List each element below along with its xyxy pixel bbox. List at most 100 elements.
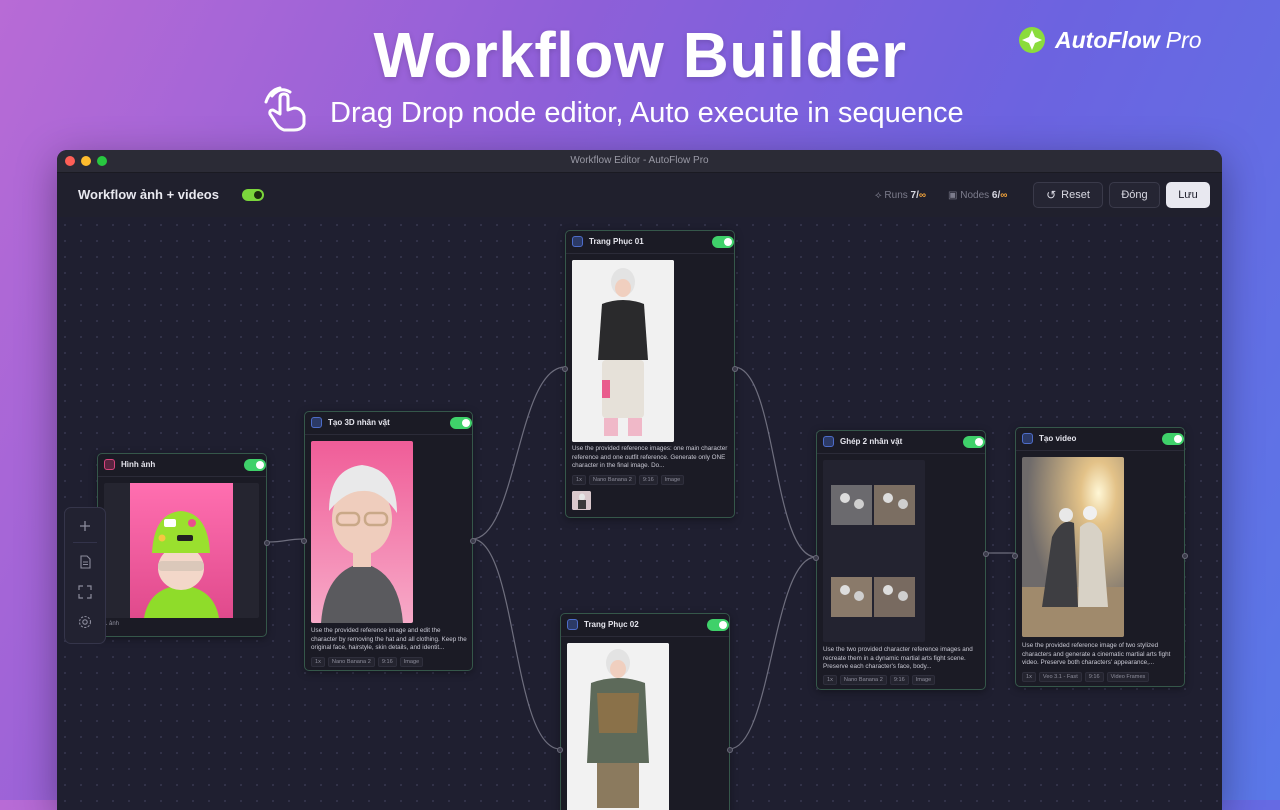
tag-model: Nano Banana 2 xyxy=(839,675,887,685)
node-enabled-toggle[interactable] xyxy=(244,459,266,471)
node-prompt: Use the two provided character reference… xyxy=(823,646,973,671)
fit-view-icon[interactable] xyxy=(77,584,93,600)
input-port[interactable] xyxy=(1012,553,1018,559)
tag-ratio: 9:16 xyxy=(889,675,909,685)
node-outfit-02[interactable]: Trang Phục 02 xyxy=(557,613,733,810)
wire-3d-to-outfit2 xyxy=(471,538,561,750)
input-port[interactable] xyxy=(301,538,307,544)
close-label: Đóng xyxy=(1121,189,1148,201)
ai-model-icon xyxy=(1022,433,1033,444)
brand-name: AutoFlow xyxy=(1055,26,1160,53)
touch-gesture-icon xyxy=(264,86,306,132)
output-port[interactable] xyxy=(264,540,270,546)
node-image-input[interactable]: Hình ảnh 1 ảnh xyxy=(97,453,270,637)
wire-3d-to-outfit1 xyxy=(471,366,566,540)
outfit-01-thumbnail[interactable] xyxy=(572,260,674,442)
nodes-icon: ▣ xyxy=(948,190,958,201)
node-prompt: Use the provided reference images: one m… xyxy=(572,445,728,470)
runs-value: 7/ xyxy=(910,190,919,201)
window-title: Workflow Editor - AutoFlow Pro xyxy=(570,155,709,166)
brand: AutoFlow Pro xyxy=(1018,26,1202,54)
plus-icon[interactable] xyxy=(77,518,93,534)
tag-ratio: 9:16 xyxy=(377,657,397,667)
node-merge-characters[interactable]: Ghép 2 nhân vật Use the two provided cha… xyxy=(813,430,989,690)
tag-count: 1x xyxy=(823,675,837,685)
output-port[interactable] xyxy=(1182,553,1188,559)
video-frame-image xyxy=(1022,457,1124,637)
node-enabled-toggle[interactable] xyxy=(707,619,729,631)
node-tags: 1x Nano Banana 2 9:16 Image xyxy=(311,657,424,667)
node-prompt: Use the provided reference image and edi… xyxy=(311,627,467,652)
nodes-label: Nodes xyxy=(960,190,990,201)
ai-model-icon xyxy=(572,236,583,247)
node-title: Trang Phục 02 xyxy=(584,620,639,629)
node-header: Trang Phục 01 xyxy=(566,231,734,254)
editor-toolbar: Workflow ảnh + videos ⟡ Runs 7/∞ ▣ Nodes… xyxy=(57,173,1222,218)
runs-icon: ⟡ xyxy=(875,190,882,201)
image-icon xyxy=(104,459,115,470)
node-header: Tạo 3D nhân vật xyxy=(305,412,472,435)
video-thumbnail[interactable] xyxy=(1022,457,1124,637)
window-titlebar: Workflow Editor - AutoFlow Pro xyxy=(57,150,1222,173)
save-label: Lưu xyxy=(1178,189,1198,201)
node-header: Ghép 2 nhân vật xyxy=(817,431,985,454)
autoflow-logo-icon xyxy=(1019,27,1045,53)
settings-icon[interactable] xyxy=(77,614,93,630)
input-image-thumbnail[interactable] xyxy=(104,483,259,618)
input-port[interactable] xyxy=(813,555,819,561)
tag-ratio: 9:16 xyxy=(1084,672,1104,682)
output-port[interactable] xyxy=(470,538,476,544)
node-title: Ghép 2 nhân vật xyxy=(840,437,903,446)
generated-3d-thumbnail[interactable] xyxy=(311,441,413,623)
input-port[interactable] xyxy=(557,747,563,753)
reset-label: Reset xyxy=(1061,189,1090,201)
ai-model-icon xyxy=(311,417,322,428)
workflow-enabled-toggle[interactable] xyxy=(242,189,264,201)
node-prompt: Use the provided reference image of two … xyxy=(1022,642,1171,667)
node-enabled-toggle[interactable] xyxy=(450,417,472,429)
close-button[interactable]: Đóng xyxy=(1109,182,1160,208)
runs-counter: ⟡ Runs 7/∞ xyxy=(875,190,926,201)
node-title: Trang Phục 01 xyxy=(589,237,644,246)
reference-image xyxy=(572,491,591,510)
outfit-02-thumbnail[interactable] xyxy=(567,643,669,810)
input-port[interactable] xyxy=(562,366,568,372)
node-tags: 1x Nano Banana 2 9:16 Image xyxy=(823,675,936,685)
output-port[interactable] xyxy=(727,747,733,753)
tag-model: Nano Banana 2 xyxy=(588,475,636,485)
tag-model: Nano Banana 2 xyxy=(327,657,375,667)
toolbar-divider xyxy=(73,542,97,543)
runs-label: Runs xyxy=(884,190,908,201)
node-enabled-toggle[interactable] xyxy=(1162,433,1184,445)
outfit-01-image xyxy=(572,260,674,442)
merge-results-grid[interactable] xyxy=(823,460,925,642)
runs-limit: ∞ xyxy=(918,190,927,201)
document-icon[interactable] xyxy=(77,554,93,570)
node-canvas[interactable]: Hình ảnh 1 ảnh Tạo 3D nhân vật Use the p… xyxy=(57,217,1222,810)
ai-model-icon xyxy=(567,619,578,630)
canvas-side-toolbar xyxy=(64,507,106,644)
ai-model-icon xyxy=(823,436,834,447)
workflow-name[interactable]: Workflow ảnh + videos xyxy=(78,187,219,202)
character-3d-image xyxy=(311,441,413,623)
nodes-limit: ∞ xyxy=(1000,190,1008,201)
wire-image-to-3d xyxy=(267,538,305,543)
reference-thumbnail[interactable] xyxy=(572,491,591,510)
editor-window: Workflow Editor - AutoFlow Pro Workflow … xyxy=(57,150,1222,810)
node-create-video[interactable]: Tạo video Use the provided reference ima… xyxy=(1012,427,1188,687)
tag-count: 1x xyxy=(572,475,586,485)
output-port[interactable] xyxy=(983,551,989,557)
node-tags: 1x Nano Banana 2 9:16 Image xyxy=(572,475,685,485)
tag-count: 1x xyxy=(311,657,325,667)
save-button[interactable]: Lưu xyxy=(1166,182,1210,208)
node-outfit-01[interactable]: Trang Phục 01 Use the provided reference… xyxy=(562,230,738,518)
node-enabled-toggle[interactable] xyxy=(712,236,734,248)
node-create-3d-character[interactable]: Tạo 3D nhân vật Use the provided referen… xyxy=(301,411,476,671)
wire-outfit1-to-merge xyxy=(733,366,817,558)
node-enabled-toggle[interactable] xyxy=(963,436,985,448)
node-header: Hình ảnh xyxy=(98,454,266,477)
node-tags: 1x Veo 3.1 - Fast 9:16 Video Frames xyxy=(1022,672,1150,682)
reset-button[interactable]: ↺ Reset xyxy=(1033,182,1103,208)
node-header: Tạo video xyxy=(1016,428,1184,451)
output-port[interactable] xyxy=(732,366,738,372)
